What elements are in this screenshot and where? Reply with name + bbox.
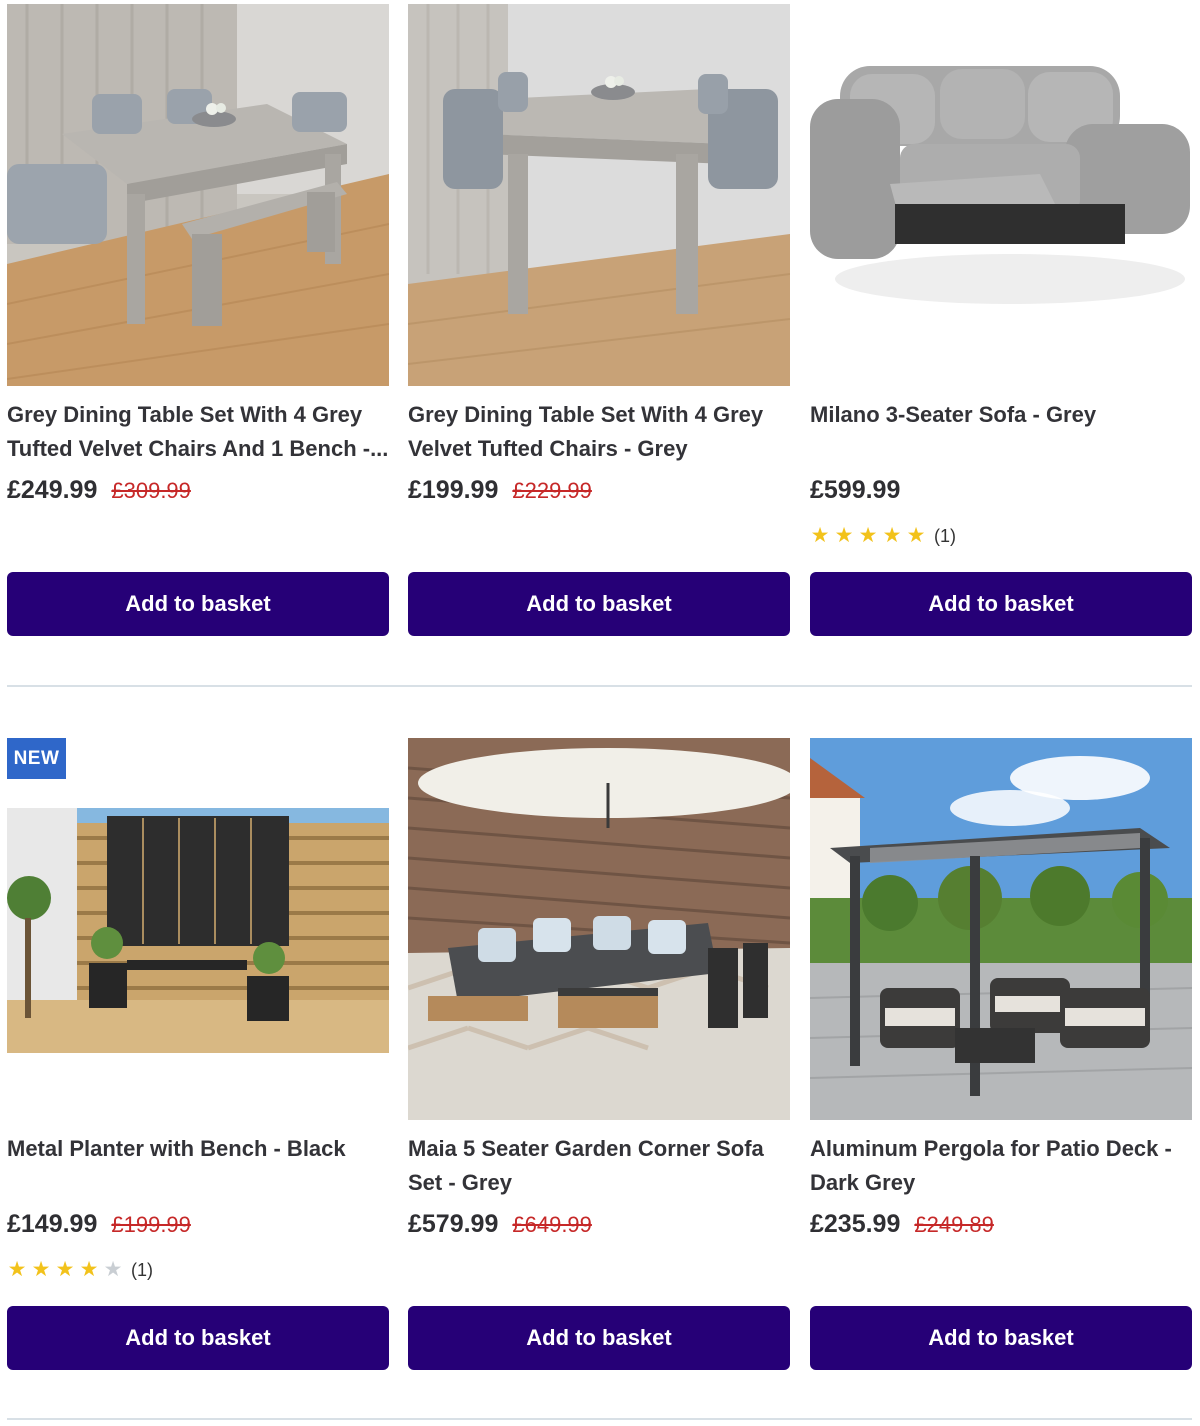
add-to-basket-button[interactable]: Add to basket <box>810 1306 1192 1370</box>
product-title[interactable]: Grey Dining Table Set With 4 Grey Velvet… <box>408 398 790 466</box>
current-price: £235.99 <box>810 1210 901 1238</box>
rating-count: (1) <box>934 525 956 546</box>
current-price: £199.99 <box>408 476 499 504</box>
was-price: £649.99 <box>512 1212 592 1237</box>
price-group: £149.99 £199.99 <box>7 1210 191 1239</box>
price-group: £199.99 £229.99 <box>408 476 592 505</box>
garden-corner-sofa-image[interactable] <box>408 738 790 1120</box>
price-group: £235.99 £249.89 <box>810 1210 994 1239</box>
star-icon: ★ <box>7 1258 27 1281</box>
product-title[interactable]: Grey Dining Table Set With 4 Grey Tufted… <box>7 398 389 466</box>
dining-set-image[interactable] <box>408 4 790 386</box>
product-card: Grey Dining Table Set With 4 Grey Tufted… <box>7 0 389 640</box>
add-to-basket-button[interactable]: Add to basket <box>408 572 790 636</box>
star-empty-icon: ★ <box>103 1258 123 1281</box>
product-title[interactable]: Milano 3-Seater Sofa - Grey <box>810 398 1192 432</box>
was-price: £229.99 <box>512 478 592 503</box>
product-title[interactable]: Maia 5 Seater Garden Corner Sofa Set - G… <box>408 1132 790 1200</box>
product-title[interactable]: Metal Planter with Bench - Black <box>7 1132 389 1166</box>
product-row-1: Grey Dining Table Set With 4 Grey Tufted… <box>0 0 1200 686</box>
add-to-basket-button[interactable]: Add to basket <box>810 572 1192 636</box>
price-group: £599.99 <box>810 476 900 505</box>
recliner-sofa-image[interactable] <box>810 4 1192 386</box>
current-price: £249.99 <box>7 476 98 504</box>
add-to-basket-button[interactable]: Add to basket <box>408 1306 790 1370</box>
row-divider <box>7 1418 1192 1420</box>
current-price: £579.99 <box>408 1210 499 1238</box>
star-icon: ★ <box>882 524 902 547</box>
star-icon: ★ <box>31 1258 51 1281</box>
rating-count: (1) <box>131 1259 153 1280</box>
star-rating: ★ ★ ★ ★ ★ (1) <box>7 1258 153 1282</box>
star-rating: ★ ★ ★ ★ ★ (1) <box>810 524 956 548</box>
star-icon: ★ <box>810 524 830 547</box>
add-to-basket-button[interactable]: Add to basket <box>7 572 389 636</box>
dining-set-with-bench-image[interactable] <box>7 4 389 386</box>
add-to-basket-button[interactable]: Add to basket <box>7 1306 389 1370</box>
product-card: NEW Metal Planter with Bench - Black £14… <box>7 734 389 1374</box>
price-group: £579.99 £649.99 <box>408 1210 592 1239</box>
product-title[interactable]: Aluminum Pergola for Patio Deck - Dark G… <box>810 1132 1192 1200</box>
product-card: Maia 5 Seater Garden Corner Sofa Set - G… <box>408 734 790 1374</box>
pergola-image[interactable] <box>810 738 1192 1120</box>
was-price: £199.99 <box>111 1212 191 1237</box>
star-icon: ★ <box>55 1258 75 1281</box>
new-badge: NEW <box>7 738 66 779</box>
was-price: £309.99 <box>111 478 191 503</box>
product-card: Milano 3-Seater Sofa - Grey £599.99 ★ ★ … <box>810 0 1192 640</box>
current-price: £599.99 <box>810 476 901 504</box>
price-group: £249.99 £309.99 <box>7 476 191 505</box>
product-card: Aluminum Pergola for Patio Deck - Dark G… <box>810 734 1192 1374</box>
planter-bench-image[interactable] <box>7 738 389 1120</box>
star-icon: ★ <box>834 524 854 547</box>
current-price: £149.99 <box>7 1210 98 1238</box>
product-row-2: NEW Metal Planter with Bench - Black £14… <box>0 734 1200 1420</box>
star-icon: ★ <box>79 1258 99 1281</box>
product-card: Grey Dining Table Set With 4 Grey Velvet… <box>408 0 790 640</box>
row-divider <box>7 685 1192 687</box>
star-icon: ★ <box>858 524 878 547</box>
was-price: £249.89 <box>914 1212 994 1237</box>
star-icon: ★ <box>906 524 926 547</box>
